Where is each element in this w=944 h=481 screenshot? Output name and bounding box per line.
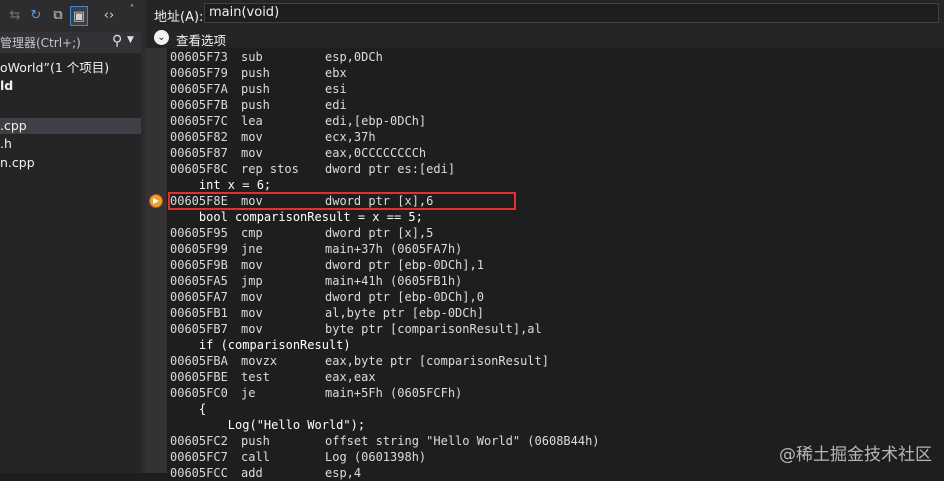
- code-view-icon[interactable]: ‹›: [100, 6, 118, 26]
- asm-address: 00605F82: [170, 130, 228, 144]
- asm-operands: eax,eax: [325, 370, 376, 384]
- search-placeholder: 管理器(Ctrl+;): [0, 36, 81, 50]
- asm-mnemonic: push: [241, 66, 270, 80]
- address-label: 地址(A):: [154, 10, 204, 25]
- disassembly-code-area[interactable]: 00605F73 sub esp,0DCh 00605F79 push ebx 00605F…: [146, 48, 944, 480]
- asm-operands: byte ptr [comparisonResult],al: [325, 322, 542, 336]
- asm-address: 00605F7C: [170, 114, 228, 128]
- asm-address: 00605F7B: [170, 98, 228, 112]
- asm-operands: eax,0CCCCCCCCh: [325, 146, 427, 160]
- asm-address: 00605FA5: [170, 274, 228, 288]
- asm-address: 00605FC0: [170, 386, 228, 400]
- asm-mnemonic: push: [241, 434, 270, 448]
- chevron-down-icon[interactable]: ▼: [127, 35, 134, 45]
- asm-mnemonic: movzx: [241, 354, 278, 368]
- asm-mnemonic: add: [241, 466, 263, 480]
- asm-address: 00605F99: [170, 242, 228, 256]
- asm-address: 00605FBA: [170, 354, 228, 368]
- asm-operands: dword ptr [ebp-0DCh],0: [325, 290, 484, 304]
- asm-mnemonic: push: [241, 82, 270, 96]
- asm-mnemonic: mov: [241, 306, 263, 320]
- back-icon[interactable]: ⇆: [6, 6, 24, 26]
- asm-mnemonic: mov: [241, 322, 263, 336]
- address-bar: 地址(A): main(void): [146, 0, 944, 28]
- asm-address: 00605F95: [170, 226, 228, 240]
- asm-operands: Log (0601398h): [325, 450, 427, 464]
- asm-operands: eax,byte ptr [comparisonResult]: [325, 354, 549, 368]
- asm-operands: main+37h (0605FA7h): [325, 242, 463, 256]
- execution-pointer-icon: [149, 194, 163, 208]
- asm-mnemonic: jne: [241, 242, 263, 256]
- asm-mnemonic: cmp: [241, 226, 263, 240]
- source-line[interactable]: Log("Hello World");: [170, 417, 365, 433]
- asm-mnemonic: mov: [241, 290, 263, 304]
- asm-operands: al,byte ptr [ebp-0DCh]: [325, 306, 484, 320]
- asm-mnemonic: test: [241, 370, 270, 384]
- asm-operands: main+41h (0605FB1h): [325, 274, 463, 288]
- disassembly-window: 地址(A): main(void) ⌄ 查看选项 00605F73 sub esp,…: [141, 0, 944, 480]
- asm-operands: dword ptr [ebp-0DCh],1: [325, 258, 484, 272]
- asm-address: 00605F73: [170, 50, 228, 64]
- expand-circle-icon[interactable]: ⌄: [154, 30, 169, 45]
- asm-address: 00605FC2: [170, 434, 228, 448]
- source-line[interactable]: int x = 6;: [170, 177, 271, 193]
- watermark: @稀土掘金技术社区: [779, 445, 932, 465]
- asm-mnemonic: rep stos: [241, 162, 299, 176]
- tree-item[interactable]: .h: [0, 136, 141, 152]
- search-icon[interactable]: ⚲: [112, 33, 122, 49]
- asm-address: 00605F7A: [170, 82, 228, 96]
- asm-address: 00605F79: [170, 66, 228, 80]
- address-input[interactable]: main(void): [204, 3, 939, 23]
- asm-address: 00605FCC: [170, 466, 228, 480]
- asm-address: 00605F87: [170, 146, 228, 160]
- show-all-files-icon[interactable]: ▣: [70, 6, 88, 26]
- asm-mnemonic: je: [241, 386, 256, 400]
- asm-operands: main+5Fh (0605FCFh): [325, 386, 463, 400]
- asm-address: 00605F8C: [170, 162, 228, 176]
- asm-operands: esp,4: [325, 466, 362, 480]
- tree-item[interactable]: ld: [0, 78, 141, 94]
- asm-address: 00605FC7: [170, 450, 228, 464]
- asm-address: 00605FBE: [170, 370, 228, 384]
- asm-mnemonic: mov: [241, 146, 263, 160]
- solution-search-box[interactable]: 管理器(Ctrl+;) ⚲ ▼: [0, 32, 141, 53]
- indicator-margin[interactable]: [146, 48, 167, 473]
- current-line-highlight: [168, 192, 516, 210]
- asm-mnemonic: sub: [241, 50, 263, 64]
- asm-address: 00605F9B: [170, 258, 228, 272]
- asm-operands: ecx,37h: [325, 130, 376, 144]
- asm-operands: esp,0DCh: [325, 50, 383, 64]
- asm-operands: edi: [325, 98, 347, 112]
- refresh-icon[interactable]: ↻: [27, 6, 45, 26]
- asm-operands: edi,[ebp-0DCh]: [325, 114, 427, 128]
- asm-operands: esi: [325, 82, 347, 96]
- expand-icon[interactable]: ˄: [123, 0, 141, 20]
- asm-mnemonic: mov: [241, 258, 263, 272]
- asm-mnemonic: mov: [241, 130, 263, 144]
- asm-operands: dword ptr [x],5: [325, 226, 434, 240]
- asm-mnemonic: call: [241, 450, 270, 464]
- source-line[interactable]: {: [170, 401, 206, 417]
- view-options-label: 查看选项: [176, 33, 227, 48]
- view-options-toggle[interactable]: ⌄ 查看选项: [146, 28, 944, 48]
- solution-explorer-panel: ⇆ ↻ ⧉ ▣ ‹› ˄ 管理器(Ctrl+;) ⚲ ▼ oWorld”(1 个…: [0, 0, 141, 473]
- tree-item[interactable]: .cpp: [0, 118, 141, 134]
- asm-mnemonic: jmp: [241, 274, 263, 288]
- source-line[interactable]: if (comparisonResult): [170, 337, 351, 353]
- asm-mnemonic: push: [241, 98, 270, 112]
- solution-explorer-toolbar: ⇆ ↻ ⧉ ▣ ‹› ˄: [0, 0, 141, 32]
- asm-address: 00605FA7: [170, 290, 228, 304]
- asm-operands: ebx: [325, 66, 347, 80]
- asm-mnemonic: lea: [241, 114, 263, 128]
- asm-operands: offset string "Hello World" (0608B44h): [325, 434, 600, 448]
- tree-item[interactable]: oWorld”(1 个项目): [0, 60, 141, 76]
- source-line[interactable]: bool comparisonResult = x == 5;: [170, 209, 423, 225]
- tree-item[interactable]: n.cpp: [0, 155, 141, 171]
- collapse-icon[interactable]: ⧉: [49, 6, 67, 26]
- asm-address: 00605FB1: [170, 306, 228, 320]
- asm-operands: dword ptr es:[edi]: [325, 162, 456, 176]
- asm-address: 00605FB7: [170, 322, 228, 336]
